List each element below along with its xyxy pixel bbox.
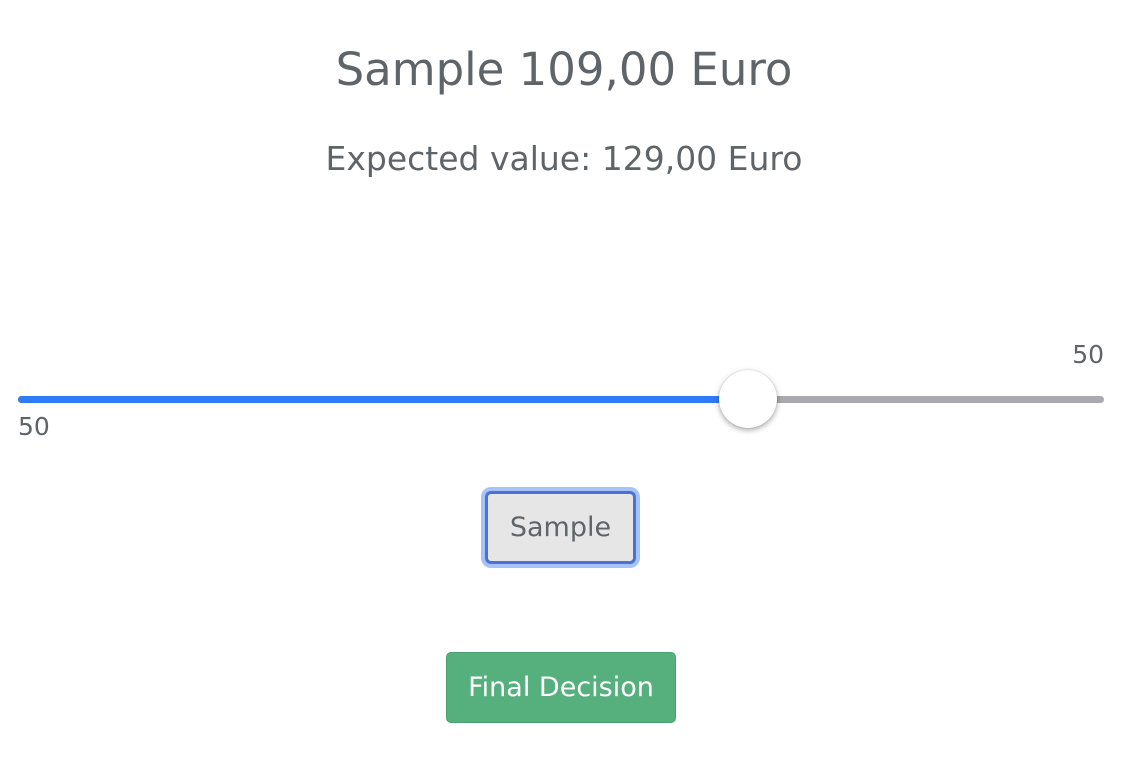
slider-fill [18, 396, 748, 403]
slider-max-label: 50 [1072, 340, 1104, 369]
final-decision-button[interactable]: Final Decision [446, 652, 676, 723]
sample-title: Sample 109,00 Euro [335, 43, 793, 96]
sample-size-slider[interactable]: 50 50 [18, 340, 1104, 450]
slider-min-label: 50 [18, 412, 50, 441]
slider-thumb[interactable] [718, 370, 777, 428]
sample-button[interactable]: Sample [485, 491, 636, 564]
expected-value-text: Expected value: 129,00 Euro [325, 139, 803, 178]
